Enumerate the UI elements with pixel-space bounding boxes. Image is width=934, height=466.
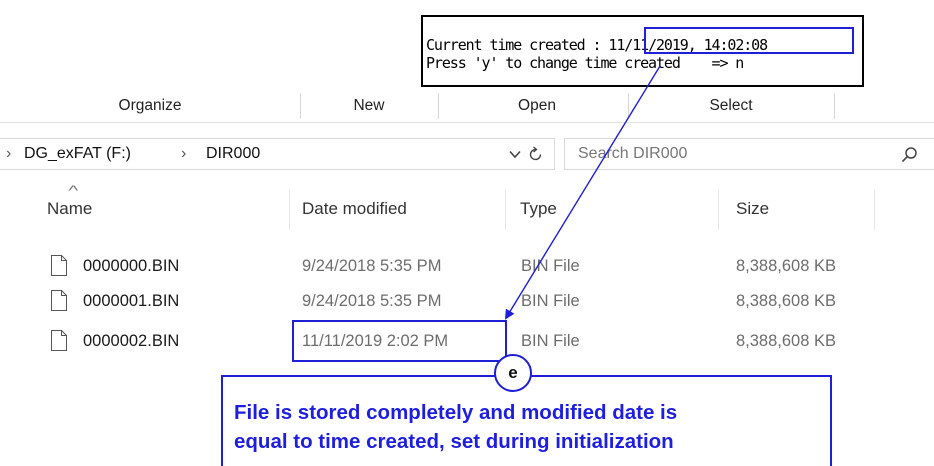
- file-name: 0000001.BIN: [83, 292, 180, 310]
- modified-date-highlight: [292, 320, 507, 362]
- column-header-size[interactable]: Size: [736, 199, 769, 219]
- ribbon-separator: [834, 93, 835, 119]
- annotation-line-2: equal to time created, set during initia…: [234, 430, 674, 453]
- ribbon-group-select[interactable]: Select: [628, 89, 834, 122]
- annotation-callout: File is stored completely and modified d…: [221, 375, 832, 466]
- chevron-down-icon[interactable]: [509, 150, 521, 159]
- refresh-icon[interactable]: [528, 146, 544, 163]
- column-separator: [718, 190, 719, 230]
- breadcrumb-chevron: ›: [181, 145, 187, 162]
- file-type: BIN File: [521, 292, 580, 310]
- search-placeholder: Search DIR000: [578, 145, 688, 162]
- sort-indicator: ^: [68, 182, 79, 198]
- ribbon-group-open[interactable]: Open: [470, 89, 604, 122]
- column-header-date[interactable]: Date modified: [302, 199, 407, 219]
- ribbon-divider: [0, 122, 934, 123]
- file-type: BIN File: [521, 257, 580, 275]
- ribbon-separator: [438, 93, 439, 119]
- file-type: BIN File: [521, 332, 580, 350]
- file-size: 8,388,608 KB: [736, 292, 836, 310]
- file-name: 0000000.BIN: [83, 257, 180, 275]
- console-line-prompt: Press 'y' to change time created => n: [426, 54, 744, 72]
- search-icon[interactable]: [901, 146, 918, 163]
- column-separator: [874, 190, 875, 230]
- table-row[interactable]: 0000001.BIN 9/24/2018 5:35 PM BIN File 8…: [0, 283, 934, 319]
- file-name: 0000002.BIN: [83, 332, 180, 350]
- breadcrumb-folder[interactable]: DIR000: [206, 136, 260, 172]
- console-output: Current time created : 11/11/2019, 14:02…: [421, 15, 864, 87]
- ribbon-group-organize[interactable]: Organize: [0, 89, 300, 122]
- time-created-highlight: [644, 27, 854, 54]
- column-header-type[interactable]: Type: [520, 199, 557, 219]
- file-size: 8,388,608 KB: [736, 332, 836, 350]
- console-time-label: Current time created :: [426, 36, 609, 54]
- annotation-line-1: File is stored completely and modified d…: [234, 401, 678, 424]
- column-separator: [505, 190, 506, 230]
- column-separator: [289, 190, 290, 230]
- breadcrumb-drive[interactable]: DG_exFAT (F:): [24, 136, 131, 172]
- file-icon: [51, 290, 67, 311]
- annotation-marker: e: [494, 354, 532, 392]
- table-row[interactable]: 0000000.BIN 9/24/2018 5:35 PM BIN File 8…: [0, 248, 934, 284]
- address-bar-area: › DG_exFAT (F:) › DIR000 Search DIR000: [0, 136, 934, 172]
- file-icon: [51, 330, 67, 351]
- ribbon-group-new[interactable]: New: [300, 89, 438, 122]
- breadcrumb-chevron[interactable]: ›: [6, 136, 11, 172]
- file-date: 9/24/2018 5:35 PM: [302, 257, 442, 275]
- file-date: 9/24/2018 5:35 PM: [302, 292, 442, 310]
- ribbon: Organize New Open Select: [0, 89, 934, 122]
- file-size: 8,388,608 KB: [736, 257, 836, 275]
- file-icon: [51, 255, 67, 276]
- column-header-name[interactable]: Name: [47, 199, 92, 219]
